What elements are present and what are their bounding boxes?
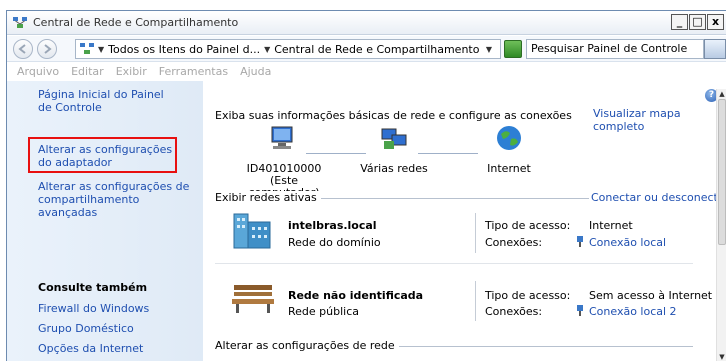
control-panel-home-link[interactable]: Página Inicial do Painel de Controle bbox=[38, 88, 178, 114]
divider bbox=[215, 263, 693, 264]
network-1-conn-label: Conexões: bbox=[485, 236, 543, 249]
menu-editar[interactable]: Editar bbox=[71, 63, 104, 81]
close-button[interactable]: x bbox=[707, 14, 724, 30]
connect-disconnect-link[interactable]: Conectar ou desconectar bbox=[589, 191, 726, 204]
title-bar: Central de Rede e Compartilhamento _ □ x bbox=[7, 11, 726, 35]
firewall-link[interactable]: Firewall do Windows bbox=[38, 302, 196, 315]
divider bbox=[475, 213, 476, 253]
view-full-map-link[interactable]: Visualizar mapa completo bbox=[593, 107, 726, 133]
network-1-name: intelbras.local bbox=[288, 219, 377, 232]
ethernet-icon bbox=[577, 305, 583, 316]
breadcrumb-arrow-icon[interactable]: ▼ bbox=[264, 45, 270, 54]
menu-bar: Arquivo Editar Exibir Ferramentas Ajuda bbox=[7, 63, 726, 81]
network-1-type-link[interactable]: Rede do domínio bbox=[288, 236, 381, 249]
breadcrumb-control-panel[interactable]: Todos os Itens do Painel d... bbox=[108, 43, 260, 56]
adapter-settings-link[interactable]: Alterar as configurações do adaptador bbox=[38, 143, 178, 169]
see-also-title: Consulte também bbox=[38, 281, 148, 294]
scroll-up-icon[interactable]: ▲ bbox=[717, 89, 726, 99]
network-2-type-link[interactable]: Rede pública bbox=[288, 305, 359, 318]
breadcrumb-arrow-icon[interactable]: ▼ bbox=[98, 45, 104, 54]
network-2-access-label: Tipo de acesso: bbox=[485, 289, 571, 302]
menu-exibir[interactable]: Exibir bbox=[116, 63, 147, 81]
internet-node-label: Internet bbox=[487, 162, 531, 175]
multiple-networks-icon bbox=[381, 128, 407, 149]
domain-network-icon bbox=[233, 213, 271, 249]
advanced-sharing-link[interactable]: Alterar as configurações de compartilham… bbox=[38, 180, 198, 219]
vertical-scrollbar[interactable]: ▲ ▼ bbox=[716, 89, 726, 361]
internet-globe-icon bbox=[497, 126, 521, 150]
scroll-thumb[interactable] bbox=[718, 99, 726, 245]
main-content: ? Exiba suas informações básicas de rede… bbox=[204, 81, 726, 361]
network-sharing-window: Central de Rede e Compartilhamento _ □ x… bbox=[6, 10, 726, 361]
network-2-connection-link[interactable]: Conexão local 2 bbox=[589, 305, 677, 318]
internet-options-link[interactable]: Opções da Internet bbox=[38, 342, 196, 355]
search-input[interactable]: Pesquisar Painel de Controle bbox=[526, 39, 704, 59]
scroll-down-icon[interactable]: ▼ bbox=[717, 352, 726, 361]
maximize-button[interactable]: □ bbox=[689, 14, 706, 30]
ethernet-icon bbox=[577, 236, 583, 247]
change-settings-label: Alterar as configurações de rede bbox=[215, 339, 399, 352]
network-1-access-label: Tipo de acesso: bbox=[485, 219, 571, 232]
connection-line bbox=[418, 153, 478, 154]
public-network-bench-icon bbox=[232, 285, 274, 313]
network-1-access-value: Internet bbox=[589, 219, 633, 232]
address-dropdown-icon[interactable]: ▼ bbox=[486, 45, 492, 54]
connection-line bbox=[306, 153, 366, 154]
page-heading: Exiba suas informações básicas de rede e… bbox=[215, 109, 572, 122]
menu-arquivo[interactable]: Arquivo bbox=[17, 63, 59, 81]
divider bbox=[475, 281, 476, 321]
network-2-name: Rede não identificada bbox=[288, 289, 424, 302]
forward-button[interactable] bbox=[37, 39, 57, 59]
computer-icon bbox=[271, 126, 293, 149]
menu-ajuda[interactable]: Ajuda bbox=[240, 63, 271, 81]
refresh-button[interactable] bbox=[504, 40, 522, 58]
window-title: Central de Rede e Compartilhamento bbox=[33, 16, 239, 29]
back-button[interactable] bbox=[13, 39, 33, 59]
network-1-connection-link[interactable]: Conexão local bbox=[589, 236, 666, 249]
arrow-left-icon bbox=[18, 44, 26, 54]
network-2-access-value: Sem acesso à Internet bbox=[589, 289, 713, 302]
network-2-conn-label: Conexões: bbox=[485, 305, 543, 318]
networks-node-label: Várias redes bbox=[360, 162, 428, 175]
search-icon[interactable] bbox=[704, 39, 726, 59]
menu-ferramentas[interactable]: Ferramentas bbox=[159, 63, 228, 81]
arrow-right-icon bbox=[44, 44, 52, 54]
address-toolbar: ▼ Todos os Itens do Painel d... ▼ Centra… bbox=[7, 36, 726, 62]
control-panel-icon bbox=[80, 43, 94, 54]
minimize-button[interactable]: _ bbox=[671, 14, 688, 30]
active-networks-label: Exibir redes ativas bbox=[215, 191, 321, 204]
left-task-pane: Página Inicial do Painel de Controle Alt… bbox=[7, 81, 203, 361]
homegroup-link[interactable]: Grupo Doméstico bbox=[38, 322, 196, 335]
breadcrumb-network-center[interactable]: Central de Rede e Compartilhamento bbox=[274, 43, 479, 56]
address-bar[interactable]: ▼ Todos os Itens do Painel d... ▼ Centra… bbox=[75, 39, 501, 59]
network-center-icon bbox=[13, 17, 27, 28]
